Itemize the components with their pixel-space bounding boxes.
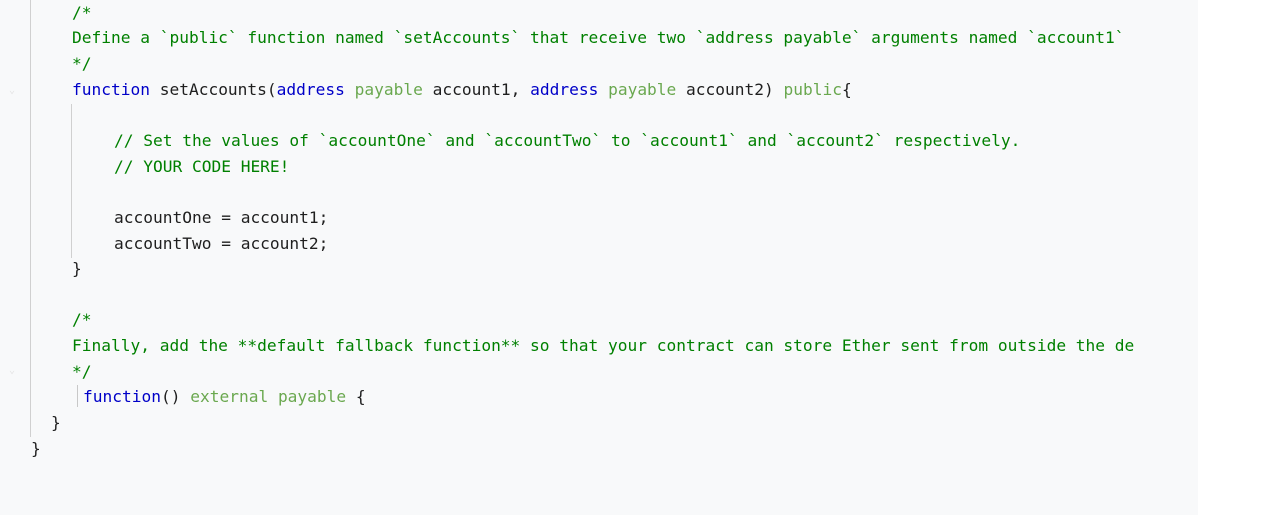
code-token: Finally, add the **default fallback func… xyxy=(72,336,1135,355)
code-line[interactable]: Define a `public` function named `setAcc… xyxy=(72,25,1125,51)
code-token: address xyxy=(530,80,599,99)
code-editor[interactable]: ⌄ ⌄ /* Define a `public` function named `… xyxy=(0,0,1261,515)
code-line[interactable]: */ xyxy=(72,51,92,77)
code-token: function xyxy=(83,387,161,406)
code-line[interactable]: /* xyxy=(72,0,92,26)
code-token: */ xyxy=(72,54,92,73)
code-token: () xyxy=(160,387,191,406)
code-line[interactable]: } xyxy=(51,410,61,436)
code-line[interactable]: } xyxy=(31,436,41,462)
code-line[interactable]: /* xyxy=(72,307,92,333)
code-token: payable xyxy=(277,387,347,406)
code-token: payable xyxy=(354,80,423,99)
code-token: */ xyxy=(72,362,92,381)
code-line[interactable]: accountOne = account1; xyxy=(114,205,328,231)
code-token: public xyxy=(783,80,842,99)
code-token: function xyxy=(72,80,150,99)
code-line[interactable]: function() external payable { xyxy=(83,384,366,410)
code-line[interactable]: function setAccounts(address payable acc… xyxy=(72,77,852,103)
code-token: address xyxy=(276,80,345,99)
code-line[interactable]: accountTwo = account2; xyxy=(114,231,328,257)
code-token: /* xyxy=(72,310,92,329)
indent-guide-outer xyxy=(30,0,31,437)
fold-marker-icon: ⌄ xyxy=(9,365,16,376)
fold-marker-icon: ⌄ xyxy=(9,85,16,96)
text-cursor xyxy=(77,385,78,407)
code-token: { xyxy=(346,387,366,406)
code-token: payable xyxy=(608,80,677,99)
code-line[interactable]: */ xyxy=(72,359,92,385)
code-token: } xyxy=(72,259,82,278)
code-token: account1, xyxy=(422,80,531,99)
code-line[interactable]: // Set the values of `accountOne` and `a… xyxy=(114,128,1020,154)
code-token: accountTwo = account2; xyxy=(114,234,329,253)
code-token: setAccounts( xyxy=(149,80,277,99)
code-token: /* xyxy=(72,3,92,22)
code-token: Define a `public` function named `setAcc… xyxy=(72,28,1125,47)
code-token: accountOne = account1; xyxy=(114,208,329,227)
code-token: account2) xyxy=(676,80,784,99)
code-token: { xyxy=(842,80,852,99)
code-token: // YOUR CODE HERE! xyxy=(114,157,290,176)
editor-scrollbar[interactable] xyxy=(1198,0,1261,515)
code-line[interactable]: } xyxy=(72,256,82,282)
code-token: // Set the values of `accountOne` and `a… xyxy=(114,131,1021,150)
code-token: } xyxy=(31,439,41,458)
code-line[interactable]: Finally, add the **default fallback func… xyxy=(72,333,1134,359)
code-token: external xyxy=(190,387,269,406)
indent-guide-inner xyxy=(71,104,72,258)
code-line[interactable]: // YOUR CODE HERE! xyxy=(114,154,289,180)
code-token: } xyxy=(51,413,61,432)
